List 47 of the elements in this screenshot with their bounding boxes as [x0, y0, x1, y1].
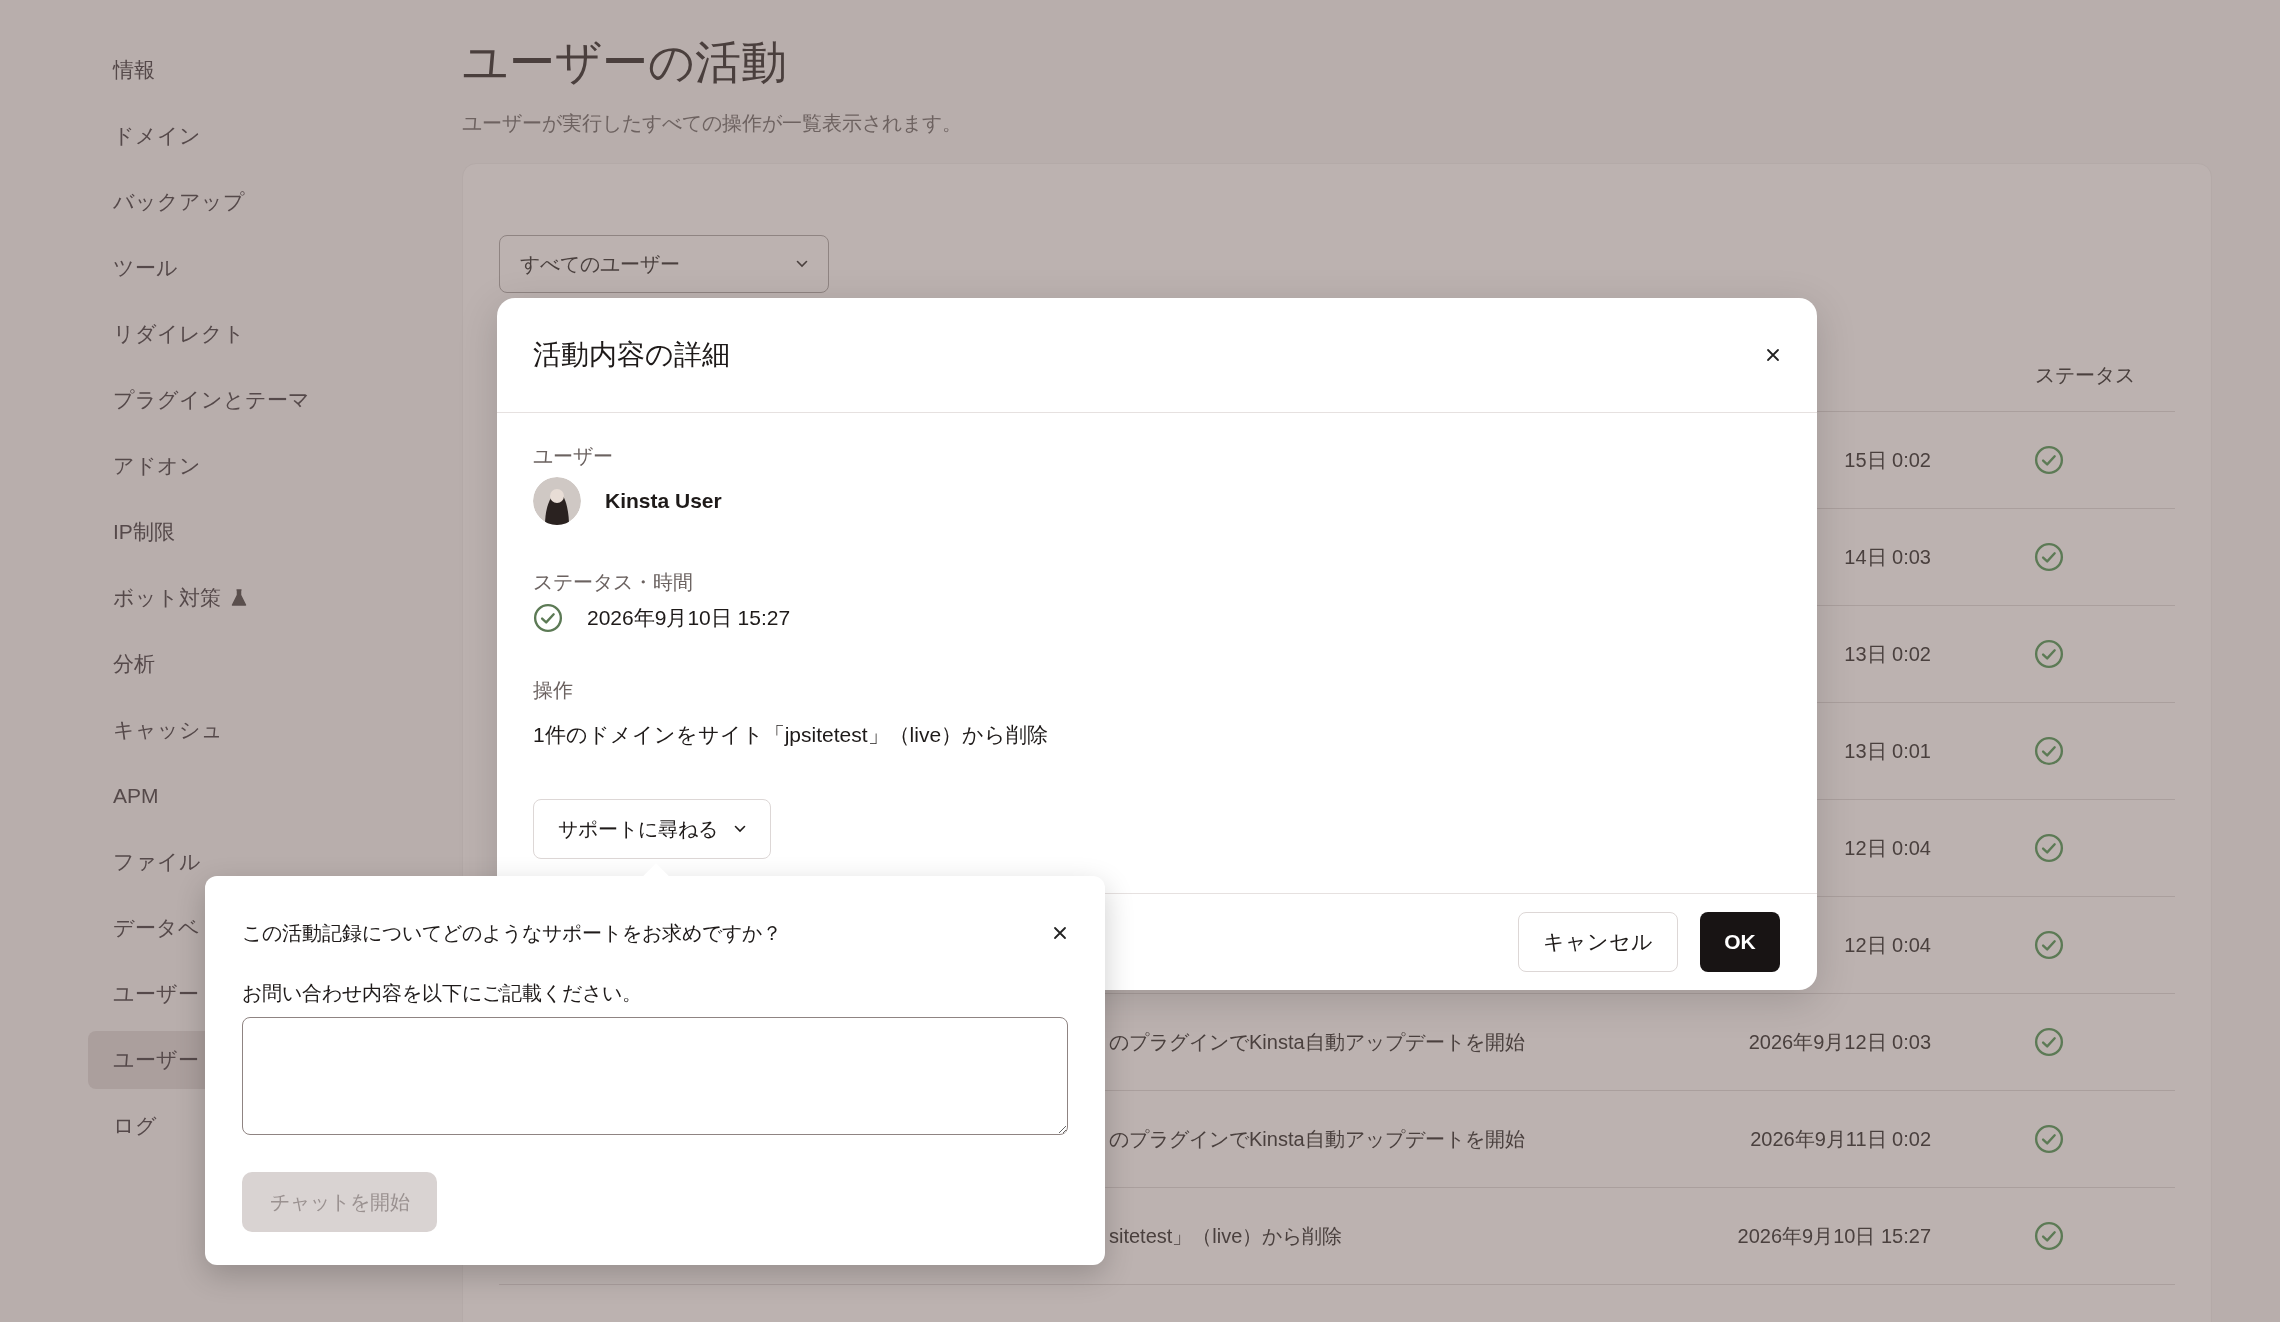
sidebar-item[interactable]: ツール: [88, 239, 418, 297]
sidebar-item[interactable]: キャッシュ: [88, 701, 418, 759]
sidebar-item[interactable]: 分析: [88, 635, 418, 693]
sidebar-item[interactable]: アドオン: [88, 437, 418, 495]
page-subtitle: ユーザーが実行したすべての操作が一覧表示されます。: [462, 111, 963, 136]
table-cell: 2026年9月11日 0:02: [1750, 1127, 1931, 1150]
table-cell: 13日 0:02: [1844, 642, 1931, 665]
close-icon[interactable]: [1052, 925, 1068, 941]
table-cell-text: のプラグインでKinsta自動アップデートを開始: [1109, 1029, 1526, 1055]
field-label: お問い合わせ内容を以下にご記載ください。: [242, 981, 643, 1006]
caret-icon: [734, 825, 746, 833]
table-cell: 14日 0:03: [1844, 545, 1931, 568]
user-filter-dropdown[interactable]: すべてのユーザー: [499, 235, 829, 293]
table-cell: 12日 0:04: [1844, 836, 1931, 859]
avatar: [533, 477, 581, 525]
user-name: Kinsta User: [605, 489, 722, 513]
table-cell: 15日 0:02: [1844, 448, 1931, 471]
field-label: ユーザー: [533, 444, 614, 469]
sidebar-item[interactable]: ドメイン: [88, 107, 418, 165]
table-cell: 13日 0:01: [1844, 739, 1931, 762]
sidebar-item[interactable]: IP制限: [88, 503, 418, 561]
sidebar-item[interactable]: APM: [88, 767, 418, 825]
sidebar-item[interactable]: ボット対策: [88, 569, 418, 627]
caret-icon: [796, 260, 808, 268]
ok-button[interactable]: OK: [1700, 912, 1780, 972]
column-header: ステータス: [2035, 362, 2135, 388]
operation-text: 1件のドメインをサイト「jpsitetest」（live）から削除: [533, 722, 1050, 748]
sidebar-item[interactable]: リダイレクト: [88, 305, 418, 363]
cancel-button[interactable]: キャンセル: [1518, 912, 1678, 972]
ask-support-button[interactable]: サポートに尋ねる: [533, 799, 771, 859]
page-title: ユーザーの活動: [462, 35, 788, 90]
message-field[interactable]: [242, 1017, 1068, 1135]
flask-icon: [231, 589, 247, 607]
dialog-title: 活動内容の詳細: [533, 338, 730, 372]
table-cell-text: のプラグインでKinsta自動アップデートを開始: [1109, 1126, 1526, 1152]
close-icon[interactable]: [1765, 347, 1781, 363]
table-cell: 12日 0:04: [1844, 933, 1931, 956]
sidebar-item[interactable]: バックアップ: [88, 173, 418, 231]
activity-time: 2026年9月10日 15:27: [587, 605, 791, 631]
sidebar-item[interactable]: プラグインとテーマ: [88, 371, 418, 429]
table-cell-text: sitetest」（live）から削除: [1109, 1223, 1344, 1249]
sidebar-item[interactable]: 情報: [88, 41, 418, 99]
popover-question: この活動記録についてどのようなサポートをお求めですか？: [242, 920, 782, 946]
field-label: ステータス・時間: [533, 570, 694, 595]
table-cell: 2026年9月12日 0:03: [1748, 1030, 1931, 1053]
table-cell: 2026年9月10日 15:27: [1737, 1224, 1931, 1247]
field-label: 操作: [533, 678, 574, 703]
